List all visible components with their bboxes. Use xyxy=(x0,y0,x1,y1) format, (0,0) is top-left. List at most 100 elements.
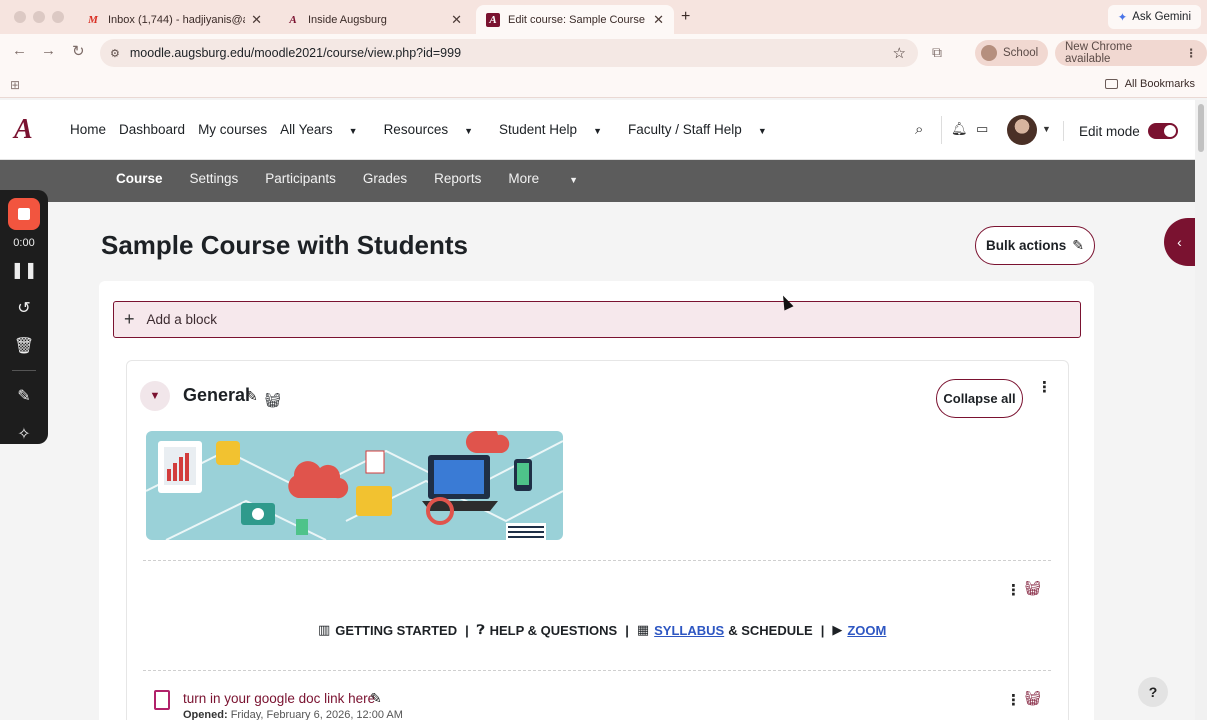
help-questions-label: HELP & QUESTIONS xyxy=(489,622,618,638)
tab-more[interactable]: More ▼ xyxy=(508,171,605,186)
bulk-actions-button[interactable]: Bulk actions ✎ xyxy=(975,226,1095,265)
profile-avatar-icon xyxy=(981,45,997,61)
nav-home[interactable]: Home xyxy=(70,122,106,137)
tab-inside-augsburg[interactable]: A Inside Augsburg ✕ xyxy=(276,5,472,34)
course-section-general xyxy=(126,360,1069,720)
chevron-down-icon: ▼ xyxy=(757,126,767,136)
nav-faculty-staff-help[interactable]: Faculty / Staff Help ▼ xyxy=(628,122,780,137)
basket-icon[interactable]: 🧺︎ xyxy=(1024,690,1042,707)
site-info-icon[interactable]: ⚙ xyxy=(110,47,120,60)
augsburg-icon: A xyxy=(486,12,500,27)
tab-reports[interactable]: Reports xyxy=(434,171,481,186)
new-tab-button[interactable]: + xyxy=(681,8,690,26)
item-menu-icon[interactable]: ⋮ xyxy=(1006,581,1021,599)
add-block-button[interactable]: + Add a block xyxy=(113,301,1081,338)
augsburg-icon: A xyxy=(289,13,297,26)
stop-recording-button[interactable] xyxy=(8,198,40,230)
basket-icon[interactable]: 🧺︎ xyxy=(1024,580,1042,597)
edit-activity-pencil-icon[interactable]: ✎ xyxy=(370,690,382,707)
window-zoom-button[interactable] xyxy=(52,11,64,23)
draw-pen-icon[interactable]: ✎ xyxy=(0,386,48,406)
section-collapse-toggle[interactable]: ▼ xyxy=(140,381,170,411)
tab-settings[interactable]: Settings xyxy=(190,171,239,186)
schedule-label: & SCHEDULE xyxy=(728,622,813,638)
item-menu-icon[interactable]: ⋮ xyxy=(1006,691,1021,709)
nav-student-help-label: Student Help xyxy=(499,122,578,137)
scrollbar-thumb[interactable] xyxy=(1198,104,1204,152)
messages-icon[interactable]: ▭ xyxy=(976,121,988,137)
separator: | xyxy=(465,622,469,638)
syllabus-link[interactable]: SYLLABUS xyxy=(654,623,724,638)
dashed-divider xyxy=(143,670,1051,671)
chevron-down-icon[interactable]: ▼ xyxy=(1042,124,1051,134)
nav-all-years-label: All Years xyxy=(280,122,333,137)
screen-recorder-toolbar: 0:00 ❚❚ ↺ 🗑︎ ✎ ✧ xyxy=(0,190,48,444)
all-bookmarks-button[interactable]: All Bookmarks xyxy=(1104,78,1195,90)
bookmark-star-icon[interactable]: ☆ xyxy=(893,44,906,62)
address-bar[interactable]: ⚙ moodle.augsburg.edu/moodle2021/course/… xyxy=(100,39,918,67)
page-scrollbar[interactable] xyxy=(1195,100,1207,720)
window-minimize-button[interactable] xyxy=(33,11,45,23)
nav-dashboard[interactable]: Dashboard xyxy=(119,122,185,137)
trash-icon[interactable]: 🗑︎ xyxy=(0,336,48,356)
question-circle-icon: ❓︎ xyxy=(476,622,485,637)
ask-gemini-label: Ask Gemini xyxy=(1132,11,1191,23)
chrome-menu-icon[interactable]: ⋮ xyxy=(1186,46,1198,60)
back-arrow-icon[interactable]: ← xyxy=(12,42,27,59)
edit-section-pencil-icon[interactable]: ✎ xyxy=(246,388,258,405)
gmail-icon: M xyxy=(88,13,98,26)
browser-tab-bar: M Inbox (1,744) - hadjiyanis@au ✕ A Insi… xyxy=(0,0,1207,34)
user-avatar[interactable] xyxy=(1007,115,1037,145)
search-icon[interactable]: ⌕ xyxy=(915,121,923,138)
primary-navigation: Home Dashboard My courses All Years ▼ Res… xyxy=(70,122,793,137)
notification-bell-icon[interactable]: 🔔︎ xyxy=(951,121,968,137)
browser-toolbar: ← → ↻ ⚙ moodle.augsburg.edu/moodle2021/c… xyxy=(0,34,1207,72)
section-menu-icon[interactable]: ⋮ xyxy=(1037,378,1052,396)
apps-grid-icon[interactable]: ⊞ xyxy=(10,78,20,92)
profile-button[interactable]: School xyxy=(975,40,1049,66)
forward-arrow-icon[interactable]: → xyxy=(41,42,56,59)
pencil-icon: ✎ xyxy=(1072,237,1084,253)
open-block-drawer-button[interactable]: ‹ xyxy=(1164,218,1195,266)
tab-course[interactable]: Course xyxy=(116,171,163,186)
augsburg-logo[interactable]: A xyxy=(14,114,33,146)
close-tab-icon[interactable]: ✕ xyxy=(653,12,664,28)
restart-icon[interactable]: ↺ xyxy=(0,298,48,318)
tab-more-label: More xyxy=(508,171,540,186)
google-lens-icon[interactable]: ⧉ xyxy=(932,44,942,61)
close-tab-icon[interactable]: ✕ xyxy=(451,12,462,28)
zoom-link[interactable]: ZOOM xyxy=(847,623,886,638)
activity-link[interactable]: turn in your google doc link here xyxy=(183,691,375,706)
stop-icon xyxy=(18,208,30,220)
tab-participants[interactable]: Participants xyxy=(265,171,336,186)
tab-edit-course[interactable]: A Edit course: Sample Course w ✕ xyxy=(476,5,674,34)
edit-mode-switch[interactable]: Edit mode xyxy=(1063,121,1178,141)
secondary-navigation: Course Settings Participants Grades Repo… xyxy=(0,160,1195,202)
tab-gmail[interactable]: M Inbox (1,744) - hadjiyanis@au ✕ xyxy=(76,5,272,34)
nav-resources[interactable]: Resources ▼ xyxy=(384,122,486,137)
chevron-left-icon: ‹ xyxy=(1177,234,1182,250)
close-tab-icon[interactable]: ✕ xyxy=(251,12,262,28)
chrome-update-button[interactable]: New Chrome available ⋮ xyxy=(1055,40,1207,66)
edit-mode-toggle[interactable] xyxy=(1147,123,1178,139)
gemini-sparkle-icon: ✦ xyxy=(1117,12,1128,24)
tab-title: Inbox (1,744) - hadjiyanis@au xyxy=(108,13,246,26)
window-close-button[interactable] xyxy=(14,11,26,23)
nav-student-help[interactable]: Student Help ▼ xyxy=(499,122,615,137)
nav-my-courses[interactable]: My courses xyxy=(198,122,267,137)
nav-all-years[interactable]: All Years ▼ xyxy=(280,122,370,137)
collapse-all-button[interactable]: Collapse all xyxy=(936,379,1023,418)
add-block-label: Add a block xyxy=(146,312,218,327)
ask-gemini-button[interactable]: ✦ Ask Gemini xyxy=(1107,5,1201,29)
effects-icon[interactable]: ✧ xyxy=(0,424,48,444)
reload-icon[interactable]: ↻ xyxy=(72,42,85,60)
recording-timer: 0:00 xyxy=(13,237,35,249)
bulk-actions-label: Bulk actions xyxy=(985,238,1067,253)
basket-icon[interactable]: 🧺︎ xyxy=(264,392,282,409)
help-button[interactable]: ? xyxy=(1138,677,1168,707)
pause-icon[interactable]: ❚❚ xyxy=(0,260,48,280)
tab-grades[interactable]: Grades xyxy=(363,171,407,186)
dashed-divider xyxy=(143,560,1051,561)
opened-value: Friday, February 6, 2026, 12:00 AM xyxy=(230,709,403,720)
tab-title: Inside Augsburg xyxy=(308,13,387,26)
